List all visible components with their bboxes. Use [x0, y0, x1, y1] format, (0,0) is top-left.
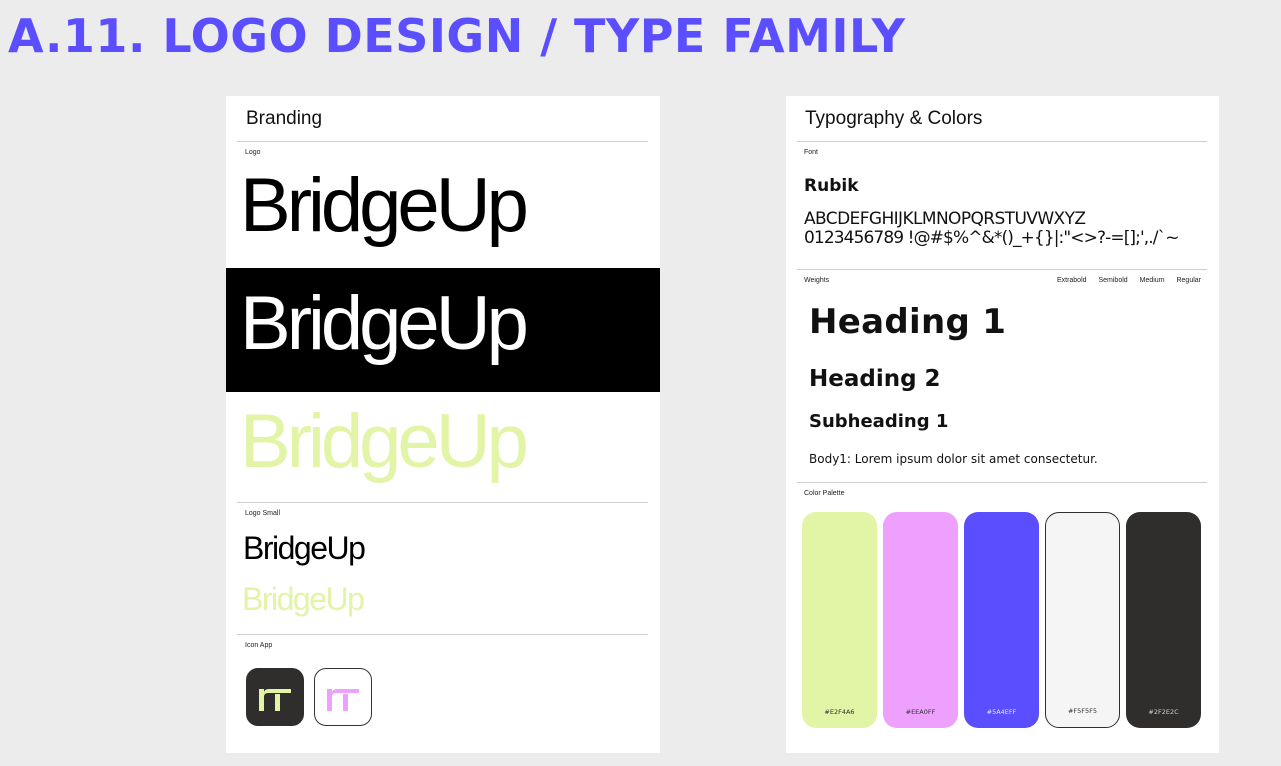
divider: [237, 502, 648, 503]
swatch-hex: #2F2E2C: [1148, 708, 1179, 716]
logo-label: Logo: [245, 149, 261, 156]
weight-regular: Regular: [1176, 277, 1201, 284]
divider: [797, 482, 1207, 483]
logo-small-black: BridgeUp: [243, 530, 366, 566]
swatch-hex: #F5F5F5: [1067, 707, 1098, 715]
font-name: Rubik: [804, 176, 859, 196]
weight-semibold: Semibold: [1098, 277, 1128, 284]
weights-row: Weights Extrabold Semibold Medium Regula…: [804, 277, 1201, 284]
swatch-indigo: #5A4EFF: [964, 512, 1039, 728]
ri-monogram-icon: [259, 689, 291, 711]
weight-extrabold: Extrabold: [1056, 277, 1087, 284]
font-alphabet: ABCDEFGHIJKLMNOPQRSTUVWXYZ: [804, 209, 1086, 229]
swatch-charcoal: #2F2E2C: [1126, 512, 1201, 728]
ri-monogram-icon: [327, 689, 359, 711]
logo-lime: BridgeUp: [240, 399, 529, 484]
divider: [797, 141, 1207, 142]
sample-heading-1: Heading 1: [809, 302, 1007, 342]
divider: [797, 269, 1207, 270]
swatch-lime: #E2F4A6: [802, 512, 877, 728]
typography-heading: Typography & Colors: [805, 108, 983, 129]
app-icon-dark: [246, 668, 304, 726]
logo-small-label: Logo Small: [245, 510, 281, 517]
logo-small-lime: BridgeUp: [242, 581, 365, 617]
app-icon-light: [314, 668, 372, 726]
divider: [237, 634, 648, 635]
swatch-hex: #5A4EFF: [986, 708, 1017, 716]
weight-medium: Medium: [1139, 277, 1165, 284]
branding-card: Branding Logo BridgeUp BridgeUp BridgeUp…: [226, 96, 660, 753]
sample-heading-2: Heading 2: [809, 366, 941, 392]
font-label: Font: [804, 149, 819, 156]
page-title: A.11. LOGO DESIGN / TYPE FAMILY: [8, 9, 906, 63]
sample-body-1: Body1: Lorem ipsum dolor sit amet consec…: [809, 452, 1098, 466]
swatch-offwhite: #F5F5F5: [1045, 512, 1120, 728]
logo-black: BridgeUp: [240, 163, 529, 248]
logo-white: BridgeUp: [240, 281, 529, 366]
swatch-hex: #EEA0FF: [905, 708, 936, 716]
weight-options: Extrabold Semibold Medium Regular: [1047, 277, 1201, 284]
font-numbers-symbols: 0123456789 !@#$%^&*()_+{}|:"<>?-=[];',./…: [804, 228, 1179, 248]
icon-app-label: Icon App: [245, 642, 273, 649]
typography-card: Typography & Colors Font Rubik ABCDEFGHI…: [786, 96, 1219, 753]
sample-subheading-1: Subheading 1: [809, 411, 949, 432]
weights-label: Weights: [804, 277, 830, 284]
palette-label: Color Palette: [804, 490, 845, 497]
branding-heading: Branding: [246, 108, 323, 129]
swatch-pink: #EEA0FF: [883, 512, 958, 728]
swatch-hex: #E2F4A6: [824, 708, 855, 716]
divider: [237, 141, 648, 142]
